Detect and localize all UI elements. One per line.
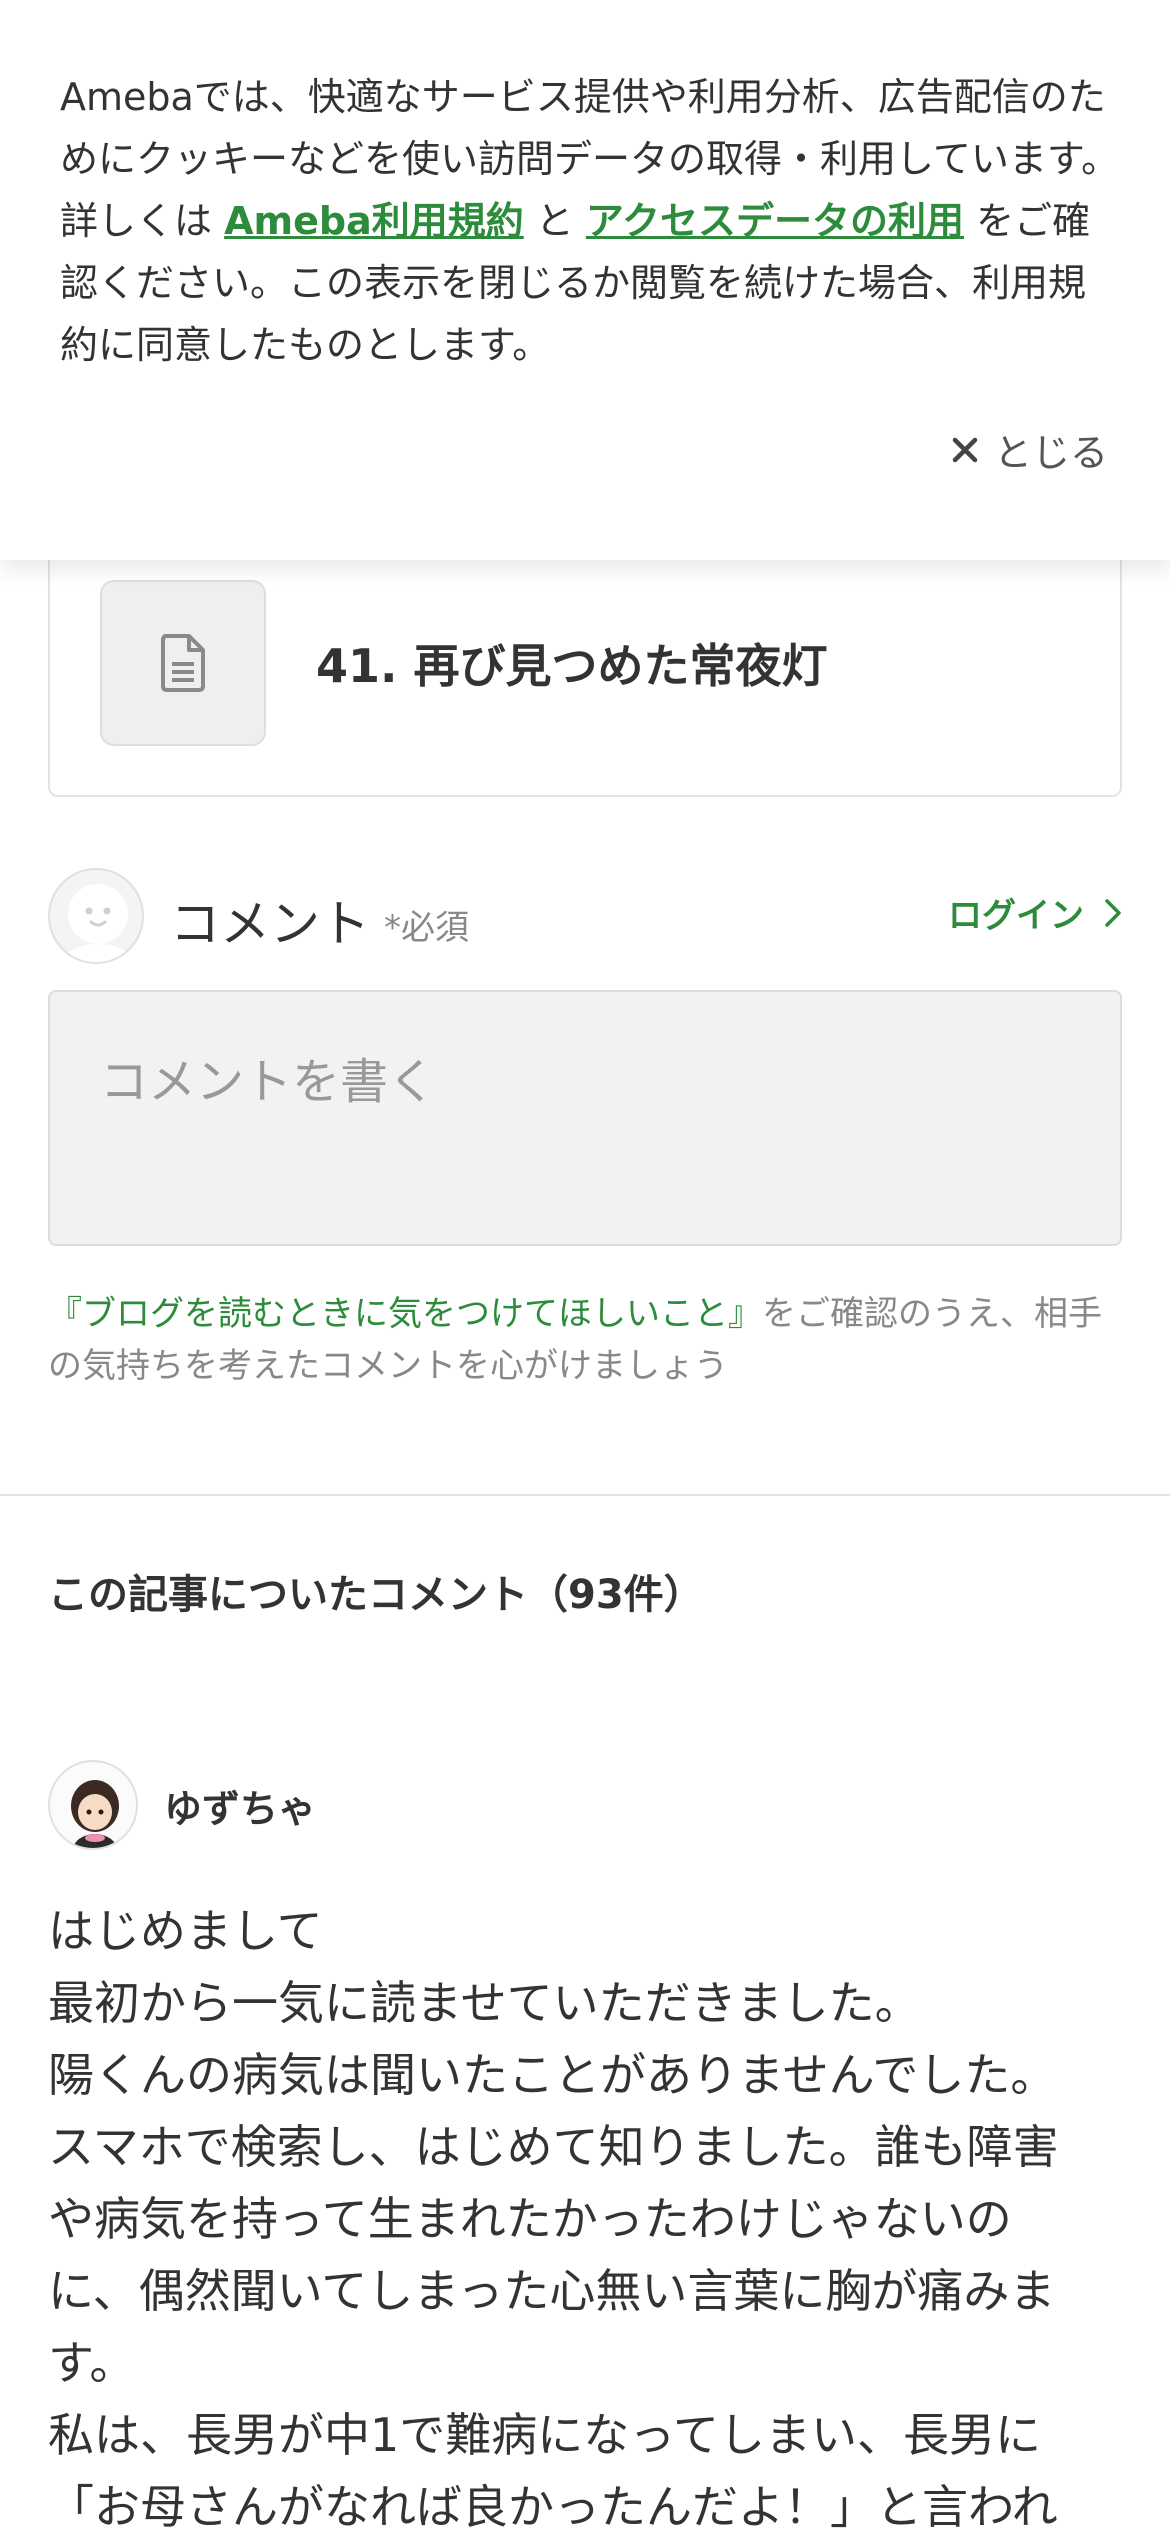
comment-line: に、偶然聞いてしまった心無い言葉に胸が痛みま <box>48 2264 1056 2318</box>
comment-input[interactable] <box>48 990 1122 1246</box>
chevron-right-icon <box>1105 898 1121 927</box>
required-label: *必須 <box>384 908 469 948</box>
close-label: とじる <box>993 431 1108 475</box>
cookie-notice-text: Amebaでは、快適なサービス提供や利用分析、広告配信のためにクッキーなどを使い… <box>60 66 1120 376</box>
article-thumbnail <box>100 580 266 746</box>
access-data-link[interactable]: アクセスデータの利用 <box>586 199 964 243</box>
comment-line: 私は、長男が中1で難病になってしまい、長男に <box>48 2408 1041 2462</box>
close-icon <box>952 437 978 462</box>
comment-line: や病気を持って生まれたかったわけじゃないの <box>48 2192 1012 2246</box>
page: 41. 再び見つめた常夜灯 コメント *必須 ログイン 『ブログを読むときに気を… <box>0 0 1170 2532</box>
comment-author[interactable]: ゆずちゃ <box>48 1760 648 1850</box>
document-icon <box>161 634 205 692</box>
comment-author-name[interactable]: ゆずちゃ <box>164 1778 316 1833</box>
comment-line: 陽くんの病気は聞いたことがありませんでした。 <box>48 2048 1057 2102</box>
comment-form-header: コメント *必須 ログイン <box>48 868 1122 964</box>
terms-link[interactable]: Ameba利用規約 <box>224 199 524 243</box>
login-label: ログイン <box>948 896 1084 936</box>
comment-label: コメント <box>170 895 370 953</box>
comment-line: す。 <box>48 2336 136 2390</box>
avatar[interactable] <box>48 1760 138 1850</box>
close-button[interactable]: とじる <box>950 422 1108 477</box>
cookie-banner: Amebaでは、快適なサービス提供や利用分析、広告配信のためにクッキーなどを使い… <box>0 0 1170 560</box>
comments-heading: この記事についたコメント（93件） <box>48 1572 704 1618</box>
comment-line: 最初から一気に読ませていただきました。 <box>48 1976 921 2030</box>
cookie-text-2: と <box>523 199 586 243</box>
section-divider <box>0 1494 1170 1496</box>
article-title[interactable]: 41. 再び見つめた常夜灯 <box>316 630 828 696</box>
comment-line: スマホで検索し、はじめて知りました。誰も障害 <box>48 2120 1059 2174</box>
login-link[interactable]: ログイン <box>948 888 1122 937</box>
comment-line: 「お母さんがなれば良かったんだよ！」と言われ <box>48 2480 1058 2532</box>
default-avatar <box>48 868 144 964</box>
comment-guideline: 『ブログを読むときに気をつけてほしいこと』をご確認のうえ、相手の気持ちを考えたコ… <box>48 1288 1128 1392</box>
guideline-link[interactable]: 『ブログを読むときに気をつけてほしいこと』 <box>48 1294 762 1334</box>
comment-body: はじめまして 最初から一気に読ませていただきました。 陽くんの病気は聞いたことが… <box>48 1895 1138 2532</box>
comment-line: はじめまして <box>48 1904 323 1958</box>
